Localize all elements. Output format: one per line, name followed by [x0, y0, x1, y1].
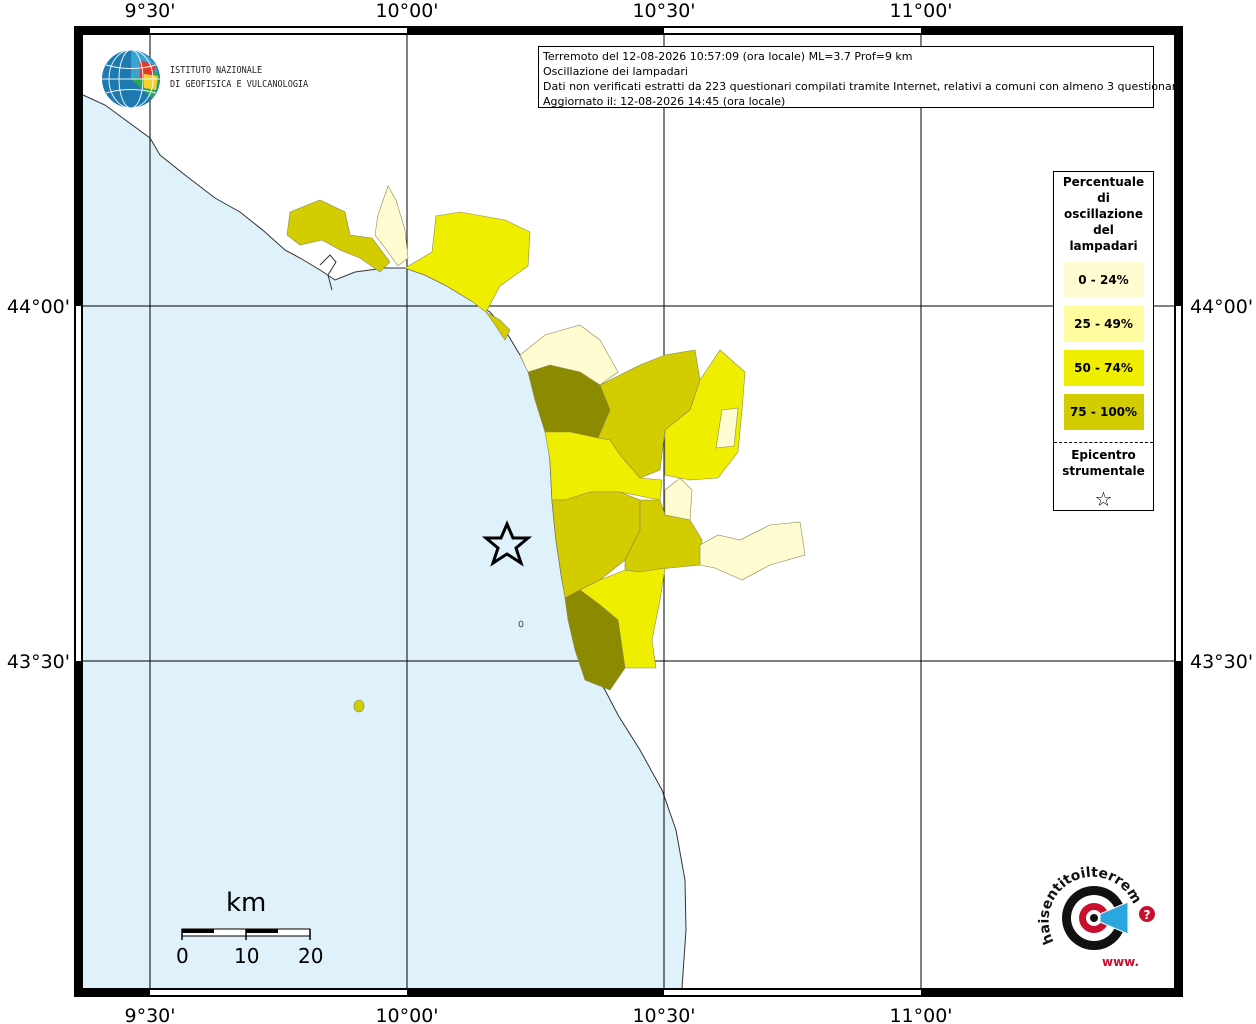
lat-tick-label-right: 44°00' — [1190, 296, 1253, 318]
legend-title-line: lampadari — [1069, 239, 1138, 253]
legend-title: Percentuale di oscillazione del lampadar… — [1054, 174, 1153, 254]
ingv-name: ISTITUTO NAZIONALE DI GEOFISICA E VULCAN… — [170, 64, 308, 92]
lat-tick-label-right: 43°30' — [1190, 651, 1253, 673]
info-line-map-type: Oscillazione dei lampadari — [543, 65, 688, 78]
lon-tick-label-top: 10°30' — [632, 0, 695, 22]
legend-class-25-49: 25 - 49% — [1063, 306, 1144, 342]
ingv-name-line: DI GEOFISICA E VULCANOLOGIA — [170, 79, 309, 90]
lat-tick-label-left: 43°30' — [7, 651, 70, 673]
legend-epicenter-title-line: strumentale — [1062, 464, 1145, 478]
legend-class-75-100: 75 - 100% — [1063, 394, 1144, 430]
info-line-event: Terremoto del 12-08-2026 10:57:09 (ora l… — [543, 50, 913, 63]
hst-www-text: www. — [1102, 955, 1139, 969]
svg-text:?: ? — [1144, 908, 1151, 922]
ingv-name-line: ISTITUTO NAZIONALE — [170, 65, 263, 76]
lon-tick-label-bottom: 10°00' — [375, 1005, 438, 1024]
legend-title-line: di — [1097, 191, 1110, 205]
scale-label-0: 0 — [176, 944, 189, 968]
legend-class-0-24: 0 - 24% — [1063, 262, 1144, 298]
legend-title-line: oscillazione — [1064, 207, 1143, 221]
lon-tick-label-top: 10°00' — [375, 0, 438, 22]
island — [353, 699, 365, 713]
target-megaphone-icon: haisentitoilterremoto.it ? www. — [1031, 850, 1155, 969]
info-line-data-note: Dati non verificati estratti da 223 ques… — [543, 80, 1183, 93]
lon-tick-label-bottom: 11°00' — [889, 1005, 952, 1024]
legend-epicenter-title-line: Epicentro — [1071, 448, 1136, 462]
lon-tick-label-top: 11°00' — [889, 0, 952, 22]
haisentitoilterremoto-logo: haisentitoilterremoto.it ? www. — [1031, 850, 1156, 974]
lon-tick-label-top: 9°30' — [125, 0, 176, 22]
lat-tick-label-left: 44°00' — [7, 296, 70, 318]
scale-label-20: 20 — [298, 944, 324, 968]
legend-separator — [1054, 442, 1153, 443]
globe-icon — [102, 49, 160, 109]
legend-class-50-74: 50 - 74% — [1063, 350, 1144, 386]
legend-title-line: Percentuale — [1062, 175, 1145, 189]
scale-unit-label: km — [226, 888, 267, 918]
earthquake-info-box: Terremoto del 12-08-2026 10:57:09 (ora l… — [538, 46, 1183, 108]
legend-title-line: del — [1093, 223, 1114, 237]
lon-tick-label-bottom: 9°30' — [125, 1005, 176, 1024]
legend-epicenter-title: Epicentro strumentale — [1054, 447, 1153, 479]
info-line-updated: Aggiornato il: 12-08-2026 14:45 (ora loc… — [543, 95, 786, 108]
star-outline-icon: ☆ — [1094, 487, 1113, 511]
legend: Percentuale di oscillazione del lampadar… — [1053, 171, 1154, 511]
scale-label-10: 10 — [234, 944, 260, 968]
lon-tick-label-bottom: 10°30' — [632, 1005, 695, 1024]
